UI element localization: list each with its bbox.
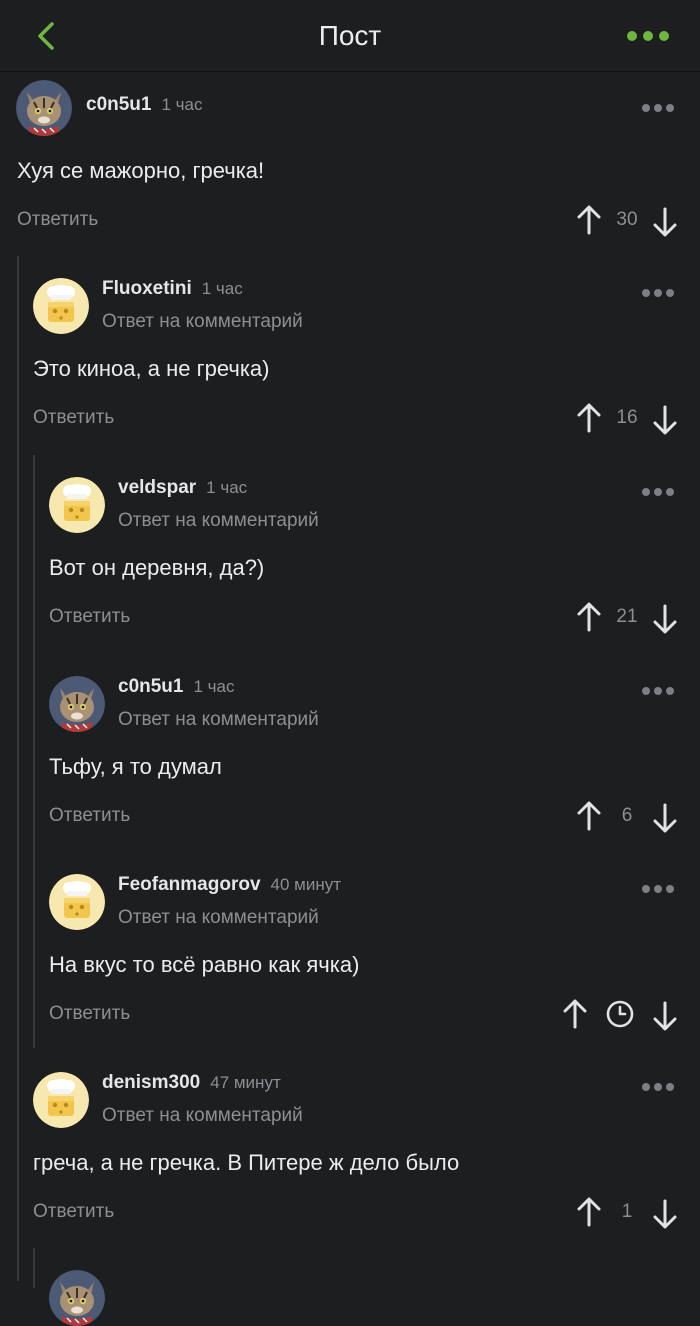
rating-count: 6 xyxy=(621,805,633,826)
comment-item: denism300 47 минут Ответ на комментарий … xyxy=(0,1072,700,1242)
reply-button[interactable]: Ответить xyxy=(49,1003,130,1025)
comment-more-icon[interactable] xyxy=(640,681,676,701)
default-cheese-avatar[interactable] xyxy=(49,874,105,930)
downvote-arrow-icon[interactable] xyxy=(652,1198,678,1230)
reply-button[interactable]: Ответить xyxy=(17,209,98,231)
username[interactable]: veldspar xyxy=(118,477,196,499)
downvote-arrow-icon[interactable] xyxy=(652,404,678,436)
comment-time: 1 час xyxy=(201,279,243,298)
comment-time: 1 час xyxy=(193,677,235,696)
comment-time: 40 минут xyxy=(270,875,342,894)
more-menu-icon[interactable] xyxy=(626,24,670,48)
comment-text: Хуя се мажорно, гречка! xyxy=(17,158,265,183)
upvote-arrow-icon[interactable] xyxy=(576,1196,602,1228)
reply-button[interactable]: Ответить xyxy=(49,805,130,827)
top-bar: Пост xyxy=(0,0,700,72)
clock-icon[interactable] xyxy=(605,999,635,1029)
username[interactable]: c0n5u1 xyxy=(86,94,151,116)
comment-time: 1 час xyxy=(161,95,203,114)
comment-more-icon[interactable] xyxy=(640,98,676,118)
rating-count: 16 xyxy=(616,407,638,428)
upvote-arrow-icon[interactable] xyxy=(576,402,602,434)
reply-button[interactable]: Ответить xyxy=(33,407,114,429)
comment-text: греча, а не гречка. В Питере ж дело было xyxy=(33,1150,460,1175)
default-cheese-avatar[interactable] xyxy=(33,1072,89,1128)
username[interactable]: Feofanmagorov xyxy=(118,874,261,896)
page-title: Пост xyxy=(318,20,382,51)
username[interactable]: denism300 xyxy=(102,1072,200,1094)
upvote-arrow-icon[interactable] xyxy=(576,800,602,832)
rating-count: 21 xyxy=(616,606,638,627)
downvote-arrow-icon[interactable] xyxy=(652,206,678,238)
upvote-arrow-icon[interactable] xyxy=(576,204,602,236)
thread-line-level-2b xyxy=(33,1248,35,1288)
reply-button[interactable]: Ответить xyxy=(49,606,130,628)
comment-item: c0n5u1 1 час Ответ на комментарий Тьфу, … xyxy=(0,676,700,846)
comment-more-icon[interactable] xyxy=(640,879,676,899)
username[interactable]: Fluoxetini xyxy=(102,278,192,300)
comment-item: veldspar 1 час Ответ на комментарий Вот … xyxy=(0,477,700,647)
back-chevron-icon[interactable] xyxy=(30,18,66,54)
cat-avatar[interactable] xyxy=(49,676,105,732)
cat-avatar[interactable] xyxy=(49,1270,105,1326)
comment-item: c0n5u1 1 час Хуя се мажорно, гречка! Отв… xyxy=(0,80,700,250)
reply-to-label[interactable]: Ответ на комментарий xyxy=(118,907,319,929)
reply-to-label[interactable]: Ответ на комментарий xyxy=(118,709,319,731)
rating-count: 30 xyxy=(616,209,638,230)
upvote-arrow-icon[interactable] xyxy=(562,998,588,1030)
comment-time: 1 час xyxy=(206,478,248,497)
comment-more-icon[interactable] xyxy=(640,1077,676,1097)
reply-to-label[interactable]: Ответ на комментарий xyxy=(118,510,319,532)
rating-count: 1 xyxy=(621,1201,633,1222)
comment-more-icon[interactable] xyxy=(640,283,676,303)
comment-more-icon[interactable] xyxy=(640,482,676,502)
upvote-arrow-icon[interactable] xyxy=(576,601,602,633)
reply-button[interactable]: Ответить xyxy=(33,1201,114,1223)
downvote-arrow-icon[interactable] xyxy=(652,1000,678,1032)
reply-to-label[interactable]: Ответ на комментарий xyxy=(102,311,303,333)
downvote-arrow-icon[interactable] xyxy=(652,802,678,834)
downvote-arrow-icon[interactable] xyxy=(652,603,678,635)
comment-text: На вкус то всё равно как ячка) xyxy=(49,952,360,977)
comment-item: Fluoxetini 1 час Ответ на комментарий Эт… xyxy=(0,278,700,448)
comment-time: 47 минут xyxy=(210,1073,281,1092)
cat-avatar[interactable] xyxy=(16,80,72,136)
comment-text: Это киноа, а не гречка) xyxy=(33,356,270,381)
comment-text: Тьфу, я то думал xyxy=(49,754,222,779)
username[interactable]: c0n5u1 xyxy=(118,676,183,698)
comment-item: Feofanmagorov 40 минут Ответ на коммента… xyxy=(0,874,700,1044)
comment-text: Вот он деревня, да?) xyxy=(49,555,265,580)
reply-to-label[interactable]: Ответ на комментарий xyxy=(102,1105,303,1127)
default-cheese-avatar[interactable] xyxy=(49,477,105,533)
default-cheese-avatar[interactable] xyxy=(33,278,89,334)
